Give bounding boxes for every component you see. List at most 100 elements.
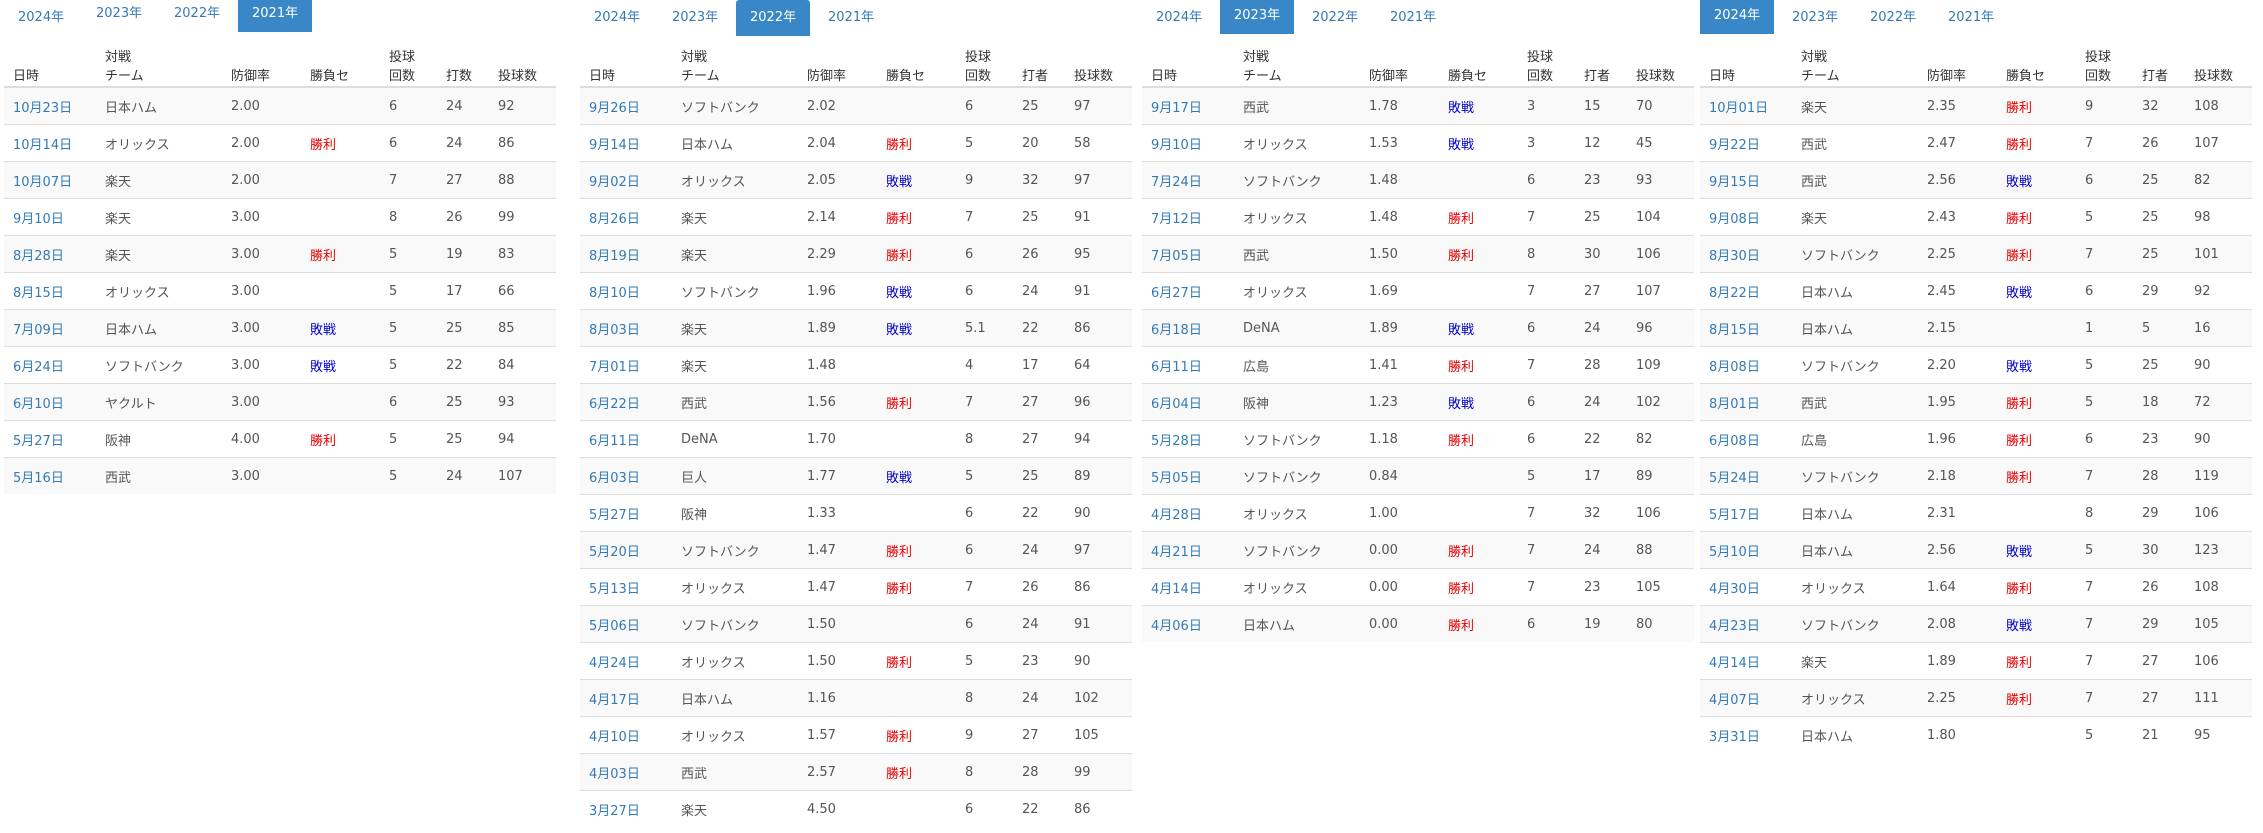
cell-date[interactable]: 8月30日 [1700,235,1792,273]
cell-date[interactable]: 9月02日 [580,161,672,199]
col-result[interactable]: 勝負セ [1439,36,1518,88]
cell-date[interactable]: 5月17日 [1700,494,1792,532]
cell-date[interactable]: 5月20日 [580,531,672,569]
col-date[interactable]: 日時 [4,36,96,88]
col-pitches[interactable]: 投球数 [489,36,556,88]
cell-date[interactable]: 7月12日 [1142,198,1234,236]
cell-date[interactable]: 8月15日 [1700,309,1792,347]
cell-date[interactable]: 8月10日 [580,272,672,310]
tab-year-2[interactable]: 2022年 [736,0,811,36]
cell-date[interactable]: 10月01日 [1700,86,1792,125]
col-era[interactable]: 防御率 [1918,36,1997,88]
cell-date[interactable]: 5月13日 [580,568,672,606]
col-era[interactable]: 防御率 [798,36,877,88]
cell-date[interactable]: 9月26日 [580,86,672,125]
tab-year-1[interactable]: 2023年 [1778,0,1852,36]
cell-date[interactable]: 9月08日 [1700,198,1792,236]
col-result[interactable]: 勝負セ [301,36,380,88]
col-pitches[interactable]: 投球数 [2185,36,2252,88]
cell-date[interactable]: 8月01日 [1700,383,1792,421]
col-batters[interactable]: 打者 [1575,36,1627,88]
cell-date[interactable]: 5月10日 [1700,531,1792,569]
tab-year-3[interactable]: 2021年 [1376,0,1450,36]
tab-year-1[interactable]: 2023年 [82,0,156,32]
cell-date[interactable]: 9月10日 [1142,124,1234,162]
cell-date[interactable]: 7月24日 [1142,161,1234,199]
cell-date[interactable]: 4月24日 [580,642,672,680]
cell-date[interactable]: 6月24日 [4,346,96,384]
cell-date[interactable]: 5月24日 [1700,457,1792,495]
tab-year-2[interactable]: 2022年 [160,0,234,32]
cell-date[interactable]: 5月28日 [1142,420,1234,458]
cell-date[interactable]: 8月22日 [1700,272,1792,310]
cell-date[interactable]: 6月08日 [1700,420,1792,458]
tab-year-1[interactable]: 2023年 [1220,0,1295,34]
cell-date[interactable]: 8月15日 [4,272,96,310]
cell-date[interactable]: 5月06日 [580,605,672,643]
cell-date[interactable]: 4月10日 [580,716,672,754]
col-batters[interactable]: 打数 [437,36,489,88]
cell-date[interactable]: 10月14日 [4,124,96,162]
cell-date[interactable]: 6月22日 [580,383,672,421]
cell-date[interactable]: 6月03日 [580,457,672,495]
cell-date[interactable]: 6月18日 [1142,309,1234,347]
cell-date[interactable]: 8月19日 [580,235,672,273]
cell-date[interactable]: 6月11日 [1142,346,1234,384]
cell-date[interactable]: 10月23日 [4,86,96,125]
cell-date[interactable]: 6月10日 [4,383,96,421]
tab-year-3[interactable]: 2021年 [238,0,313,32]
col-innings[interactable]: 投球 回数 [956,36,1013,88]
cell-date[interactable]: 4月28日 [1142,494,1234,532]
col-batters[interactable]: 打者 [1013,36,1065,88]
cell-date[interactable]: 3月27日 [580,790,672,827]
col-pitches[interactable]: 投球数 [1627,36,1694,88]
cell-date[interactable]: 9月17日 [1142,86,1234,125]
tab-year-2[interactable]: 2022年 [1856,0,1930,36]
cell-date[interactable]: 4月03日 [580,753,672,791]
cell-date[interactable]: 7月01日 [580,346,672,384]
cell-date[interactable]: 5月27日 [4,420,96,458]
cell-date[interactable]: 4月17日 [580,679,672,717]
cell-date[interactable]: 5月05日 [1142,457,1234,495]
tab-year-3[interactable]: 2021年 [814,0,888,36]
cell-date[interactable]: 4月30日 [1700,568,1792,606]
cell-date[interactable]: 8月26日 [580,198,672,236]
cell-date[interactable]: 6月27日 [1142,272,1234,310]
cell-date[interactable]: 6月04日 [1142,383,1234,421]
cell-date[interactable]: 4月23日 [1700,605,1792,643]
cell-date[interactable]: 4月06日 [1142,605,1234,642]
col-date[interactable]: 日時 [1142,36,1234,88]
col-pitches[interactable]: 投球数 [1065,36,1132,88]
col-batters[interactable]: 打者 [2133,36,2185,88]
col-date[interactable]: 日時 [1700,36,1792,88]
tab-year-0[interactable]: 2024年 [4,0,78,36]
cell-date[interactable]: 3月31日 [1700,716,1792,753]
col-result[interactable]: 勝負セ [877,36,956,88]
col-innings[interactable]: 投球 回数 [380,36,437,88]
col-era[interactable]: 防御率 [222,36,301,88]
cell-date[interactable]: 4月07日 [1700,679,1792,717]
tab-year-0[interactable]: 2024年 [580,0,654,36]
cell-date[interactable]: 5月27日 [580,494,672,532]
cell-date[interactable]: 6月11日 [580,420,672,458]
cell-date[interactable]: 8月28日 [4,235,96,273]
cell-date[interactable]: 8月08日 [1700,346,1792,384]
cell-date[interactable]: 4月21日 [1142,531,1234,569]
tab-year-0[interactable]: 2024年 [1700,0,1775,34]
cell-date[interactable]: 9月15日 [1700,161,1792,199]
cell-date[interactable]: 9月22日 [1700,124,1792,162]
cell-date[interactable]: 8月03日 [580,309,672,347]
col-era[interactable]: 防御率 [1360,36,1439,88]
col-opponent[interactable]: 対戦 チーム [1234,36,1360,88]
col-opponent[interactable]: 対戦 チーム [1792,36,1918,88]
col-opponent[interactable]: 対戦 チーム [672,36,798,88]
col-opponent[interactable]: 対戦 チーム [96,36,222,88]
col-innings[interactable]: 投球 回数 [1518,36,1575,88]
cell-date[interactable]: 10月07日 [4,161,96,199]
cell-date[interactable]: 5月16日 [4,457,96,494]
tab-year-0[interactable]: 2024年 [1142,0,1216,36]
cell-date[interactable]: 7月05日 [1142,235,1234,273]
cell-date[interactable]: 4月14日 [1700,642,1792,680]
cell-date[interactable]: 4月14日 [1142,568,1234,606]
tab-year-1[interactable]: 2023年 [658,0,732,36]
